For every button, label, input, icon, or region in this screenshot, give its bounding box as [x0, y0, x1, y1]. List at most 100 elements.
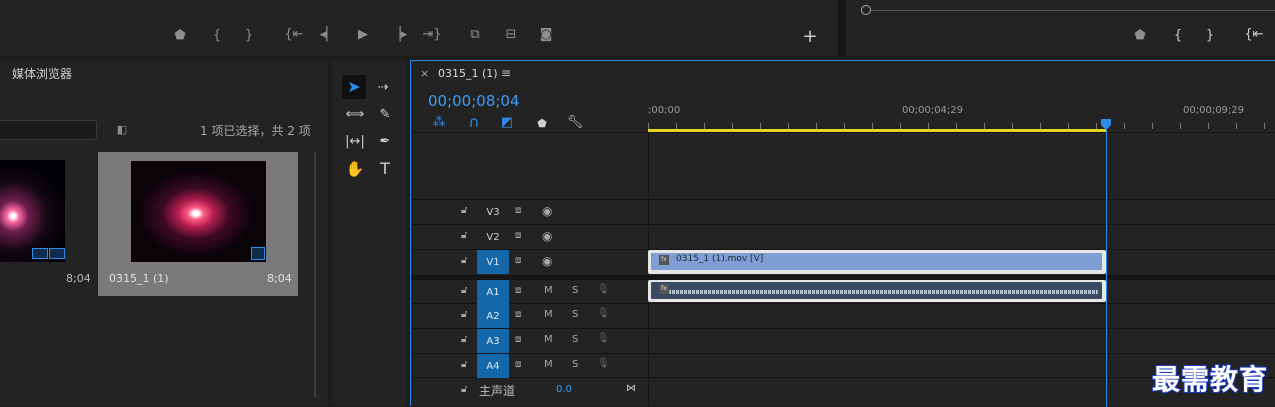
- ruler-label-start: ;00;00: [648, 105, 681, 116]
- clip-name: 0315_1 (1): [109, 272, 169, 285]
- step-forward-icon[interactable]: ▕▸: [391, 27, 408, 41]
- voiceover-mic-icon[interactable]: 🎙︎: [597, 333, 610, 344]
- solo-button[interactable]: S: [572, 309, 578, 320]
- go-to-in-icon[interactable]: {⇤: [1244, 27, 1264, 41]
- clip-thumbnail-1[interactable]: [0, 160, 65, 262]
- add-marker-icon[interactable]: ⬟: [1133, 28, 1147, 42]
- audio-clip[interactable]: fx: [648, 280, 1106, 302]
- mark-in-icon[interactable]: {: [210, 28, 224, 42]
- sync-lock-icon[interactable]: ⧈: [515, 285, 521, 296]
- track-name[interactable]: A3: [477, 329, 509, 353]
- playhead-scrubber-handle[interactable]: [861, 5, 871, 15]
- track-name[interactable]: V1: [477, 250, 509, 274]
- play-icon[interactable]: ▶: [355, 27, 371, 41]
- new-search-bin-icon[interactable]: ◧: [114, 122, 130, 136]
- solo-button[interactable]: S: [572, 359, 578, 370]
- selection-tool-icon[interactable]: ➤: [342, 75, 366, 99]
- hand-tool-icon[interactable]: ✋: [344, 160, 366, 178]
- lock-icon[interactable]: 🔓︎: [461, 309, 467, 320]
- sync-lock-icon[interactable]: ⧈: [515, 255, 521, 266]
- time-ruler[interactable]: ;00;00 00;00;04;29 00;00;09;29: [648, 101, 1275, 132]
- media-browser-tab[interactable]: 媒体浏览器: [12, 65, 72, 82]
- solo-button[interactable]: S: [572, 285, 578, 296]
- playhead-scrubber-track[interactable]: [866, 10, 1275, 11]
- lock-icon[interactable]: 🔓︎: [461, 255, 467, 266]
- audio-badge-icon: [49, 248, 65, 259]
- export-frame-icon[interactable]: ◙: [537, 27, 555, 41]
- solo-button[interactable]: S: [572, 334, 578, 345]
- track-name[interactable]: A1: [477, 280, 509, 304]
- sync-lock-icon[interactable]: ⧈: [515, 334, 521, 345]
- voiceover-mic-icon[interactable]: 🎙︎: [597, 284, 610, 295]
- slip-tool-icon[interactable]: |↔|: [344, 132, 366, 150]
- mark-out-icon[interactable]: }: [242, 28, 256, 42]
- clip-duration: 8;04: [66, 272, 91, 285]
- eye-icon[interactable]: ◉: [542, 254, 552, 268]
- lock-icon[interactable]: 🔓︎: [461, 334, 467, 345]
- add-marker-icon[interactable]: ⬟: [535, 116, 549, 130]
- track-select-forward-icon[interactable]: ⇢: [372, 78, 394, 96]
- tools-panel: ➤ ⇢ ⟺ ✎ |↔| ✒ ✋ T: [332, 60, 406, 406]
- type-tool-icon[interactable]: T: [375, 160, 395, 178]
- lock-icon[interactable]: 🔓︎: [461, 230, 467, 241]
- track-name[interactable]: V3: [477, 200, 509, 224]
- timeline-settings-wrench-icon[interactable]: 🔧︎: [567, 114, 584, 130]
- snap-icon[interactable]: ◩: [499, 115, 515, 129]
- snap-in-sequence-icon[interactable]: ⁂: [431, 115, 447, 129]
- lock-icon[interactable]: 🔓︎: [461, 285, 467, 296]
- multi-badge-icon: [251, 247, 265, 260]
- mute-button[interactable]: M: [544, 359, 553, 370]
- video-area-top: [411, 132, 1275, 133]
- lock-icon[interactable]: 🔓︎: [461, 205, 467, 216]
- mark-in-icon[interactable]: {: [1171, 28, 1185, 42]
- ripple-edit-tool-icon[interactable]: ⟺: [344, 105, 366, 123]
- eye-icon[interactable]: ◉: [542, 229, 552, 243]
- overwrite-icon[interactable]: ⊟: [500, 27, 522, 41]
- voiceover-mic-icon[interactable]: 🎙︎: [597, 358, 610, 369]
- voiceover-mic-icon[interactable]: 🎙︎: [597, 308, 610, 319]
- track-name[interactable]: V2: [477, 225, 509, 249]
- eye-icon[interactable]: ◉: [542, 204, 552, 218]
- scroll-track[interactable]: [314, 152, 316, 398]
- mark-out-icon[interactable]: }: [1203, 28, 1217, 42]
- track-name[interactable]: A2: [477, 304, 509, 328]
- razor-tool-icon[interactable]: ✎: [375, 105, 395, 123]
- close-tab-icon[interactable]: ×: [420, 67, 429, 80]
- playhead-line: [1106, 130, 1107, 407]
- lock-icon[interactable]: 🔓︎: [461, 384, 467, 395]
- clip-duration: 8;04: [267, 272, 292, 285]
- media-browser-panel: 媒体浏览器 ◧ 1 项已选择，共 2 项 8;04 0315_1 (1) 8;0…: [0, 60, 328, 406]
- sequence-tab-title[interactable]: 0315_1 (1): [438, 67, 498, 80]
- go-to-in-icon[interactable]: {⇤: [284, 27, 304, 41]
- go-to-out-icon[interactable]: ⇥}: [422, 27, 442, 41]
- video-clip[interactable]: fx 0315_1 (1).mov [V]: [648, 250, 1106, 274]
- linked-selection-icon[interactable]: ∩: [466, 114, 482, 129]
- timecode-display[interactable]: 00;00;08;04: [428, 92, 520, 110]
- track-header-v1: 🔓︎ V1 ⧈ ◉: [411, 250, 648, 274]
- panel-menu-icon[interactable]: ≡: [501, 66, 511, 80]
- master-volume-value[interactable]: 0.0: [556, 384, 572, 395]
- search-input[interactable]: [0, 120, 97, 140]
- add-marker-icon[interactable]: ⬟: [173, 28, 187, 42]
- sync-lock-icon[interactable]: ⧈: [515, 230, 521, 241]
- track-name[interactable]: A4: [477, 354, 509, 378]
- track-header-v3: 🔓︎ V3 ⧈ ◉: [411, 200, 648, 224]
- ruler-label-end: 00;00;09;29: [1183, 105, 1245, 116]
- mute-button[interactable]: M: [544, 285, 553, 296]
- lock-icon[interactable]: 🔓︎: [461, 359, 467, 370]
- clip-tile-selected[interactable]: 0315_1 (1) 8;04: [98, 152, 298, 296]
- insert-icon[interactable]: ⧉: [464, 27, 486, 41]
- fx-badge: fx: [659, 255, 669, 265]
- track-header-a4: 🔓︎ A4 ⧈ M S 🎙︎: [411, 354, 648, 378]
- step-back-icon[interactable]: ◂▏: [320, 27, 337, 41]
- sync-lock-icon[interactable]: ⧈: [515, 359, 521, 370]
- mute-button[interactable]: M: [544, 334, 553, 345]
- go-to-next-edit-icon[interactable]: ⋈: [626, 383, 636, 394]
- program-monitor: ⬟ { } {⇤: [846, 0, 1275, 56]
- button-editor-plus-icon[interactable]: +: [802, 28, 818, 46]
- pen-tool-icon[interactable]: ✒: [375, 132, 395, 150]
- sync-lock-icon[interactable]: ⧈: [515, 309, 521, 320]
- monitor-divider: [838, 0, 846, 56]
- mute-button[interactable]: M: [544, 309, 553, 320]
- sync-lock-icon[interactable]: ⧈: [515, 205, 521, 216]
